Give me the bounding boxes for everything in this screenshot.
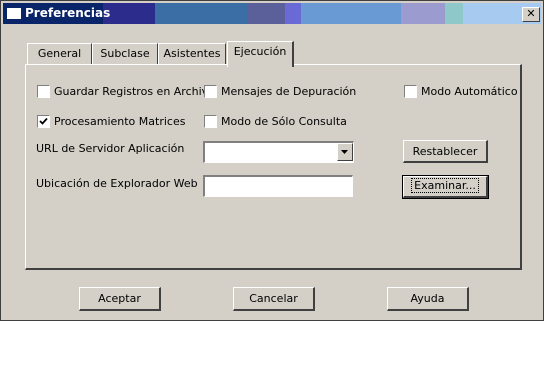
tab-subclase[interactable]: Subclase xyxy=(92,43,158,65)
tab-panel-ejecucion xyxy=(25,64,522,270)
ayuda-button[interactable]: Ayuda xyxy=(387,287,469,311)
close-icon: ✕ xyxy=(526,7,536,20)
tab-asistentes-label: Asistentes xyxy=(163,47,221,60)
tab-general-label: General xyxy=(37,47,82,60)
close-button[interactable]: ✕ xyxy=(522,7,540,22)
tab-asistentes[interactable]: Asistentes xyxy=(158,43,226,65)
aceptar-label: Aceptar xyxy=(98,292,141,305)
cancelar-label: Cancelar xyxy=(249,292,298,305)
tab-ejecucion[interactable]: Ejecución xyxy=(227,41,294,67)
window-icon xyxy=(7,8,21,19)
title-bar[interactable]: Preferencias ✕ xyxy=(3,3,541,24)
tab-general[interactable]: General xyxy=(27,43,92,65)
aceptar-button[interactable]: Aceptar xyxy=(79,287,161,311)
cancelar-button[interactable]: Cancelar xyxy=(233,287,315,311)
tab-ejecucion-label: Ejecución xyxy=(233,45,287,58)
ayuda-label: Ayuda xyxy=(410,292,445,305)
preferences-dialog: Preferencias ✕ General Subclase Asistent… xyxy=(0,0,544,321)
tab-subclase-label: Subclase xyxy=(100,47,150,60)
window-title: Preferencias xyxy=(25,6,111,20)
